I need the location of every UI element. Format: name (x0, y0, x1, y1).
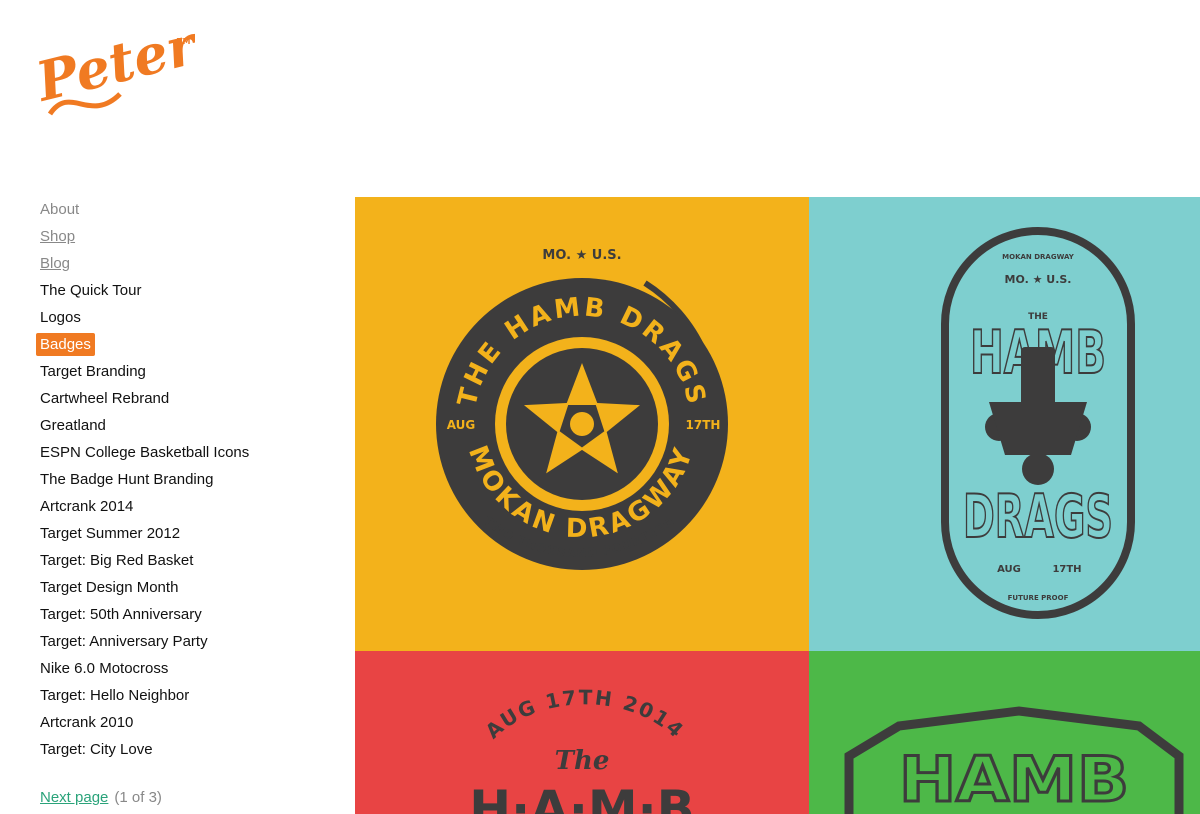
badge2-date-left: AUG (997, 564, 1021, 575)
hamb-red-badge: AUG 17TH 2014 The H·A·M·B (469, 685, 694, 814)
page-status: (1 of 3) (114, 789, 162, 806)
nav-link-logos[interactable]: Logos (36, 304, 85, 331)
nav-link-hello-neighbor[interactable]: Target: Hello Neighbor (36, 682, 193, 709)
peters-logo[interactable]: Peters TM (30, 14, 195, 139)
badge-tile-hamb-drags-wheel[interactable]: MO. ★ U.S. THE HAMB DRAGS MOKAN DRAGWAY … (355, 197, 809, 651)
nav-link-shop[interactable]: Shop (36, 223, 79, 250)
nav-link-artcrank-2010[interactable]: Artcrank 2010 (36, 709, 137, 736)
nav-link-target-summer-2012[interactable]: Target Summer 2012 (36, 520, 184, 547)
nav-link-anniversary-party[interactable]: Target: Anniversary Party (36, 628, 212, 655)
hamb-green-badge: HAMB (844, 706, 1184, 814)
nav-link-big-red-basket[interactable]: Target: Big Red Basket (36, 547, 197, 574)
badge1-right-text: 17TH (686, 418, 721, 432)
badge-tile-hamb-drags-engine[interactable]: MOKAN DRAGWAY MO. ★ U.S. THE HAMB DRAGS … (809, 197, 1200, 651)
badge2-date-right: 17TH (1052, 564, 1081, 575)
badge-tile-hamb-green[interactable]: HAMB (809, 651, 1200, 814)
nav-link-50th-anniversary[interactable]: Target: 50th Anniversary (36, 601, 206, 628)
badge4-word: HAMB (899, 743, 1129, 814)
logo-trademark: TM (177, 37, 190, 46)
project-nav: About Shop Blog The Quick Tour Logos Bad… (36, 196, 336, 763)
badge-gallery: MO. ★ U.S. THE HAMB DRAGS MOKAN DRAGWAY … (355, 197, 1200, 814)
nav-link-greatland[interactable]: Greatland (36, 412, 110, 439)
badge2-word2: DRAGS (963, 482, 1113, 552)
nav-link-quick-tour[interactable]: The Quick Tour (36, 277, 145, 304)
nav-link-nike-motocross[interactable]: Nike 6.0 Motocross (36, 655, 172, 682)
badge2-location: MO. ★ U.S. (1005, 273, 1072, 286)
nav-link-espn-icons[interactable]: ESPN College Basketball Icons (36, 439, 253, 466)
nav-link-cartwheel-rebrand[interactable]: Cartwheel Rebrand (36, 385, 173, 412)
nav-link-badge-hunt[interactable]: The Badge Hunt Branding (36, 466, 217, 493)
hamb-drags-engine-badge: MOKAN DRAGWAY MO. ★ U.S. THE HAMB DRAGS … (941, 227, 1135, 619)
badge-tile-hamb-red[interactable]: AUG 17TH 2014 The H·A·M·B (355, 651, 809, 814)
nav-link-target-design-month[interactable]: Target Design Month (36, 574, 182, 601)
nav-link-about[interactable]: About (36, 196, 83, 223)
nav-link-blog[interactable]: Blog (36, 250, 74, 277)
badge2-bottom-small: FUTURE PROOF (1008, 594, 1069, 602)
badge3-word: H·A·M·B (469, 780, 694, 814)
badge3-arc-text: AUG 17TH 2014 (481, 685, 690, 743)
hamb-drags-wheel-badge: MO. ★ U.S. THE HAMB DRAGS MOKAN DRAGWAY … (436, 248, 728, 570)
badge3-the: The (555, 746, 610, 776)
badge1-left-text: AUG (447, 418, 476, 432)
nav-link-target-branding[interactable]: Target Branding (36, 358, 150, 385)
next-page-link[interactable]: Next page (40, 789, 108, 806)
pagination: Next page (1 of 3) (40, 789, 162, 806)
nav-link-city-love[interactable]: Target: City Love (36, 736, 157, 763)
badge1-top-text: MO. ★ U.S. (542, 248, 621, 263)
nav-link-badges[interactable]: Badges (36, 333, 95, 356)
nav-link-artcrank-2014[interactable]: Artcrank 2014 (36, 493, 137, 520)
badge2-top-small: MOKAN DRAGWAY (1002, 253, 1075, 261)
